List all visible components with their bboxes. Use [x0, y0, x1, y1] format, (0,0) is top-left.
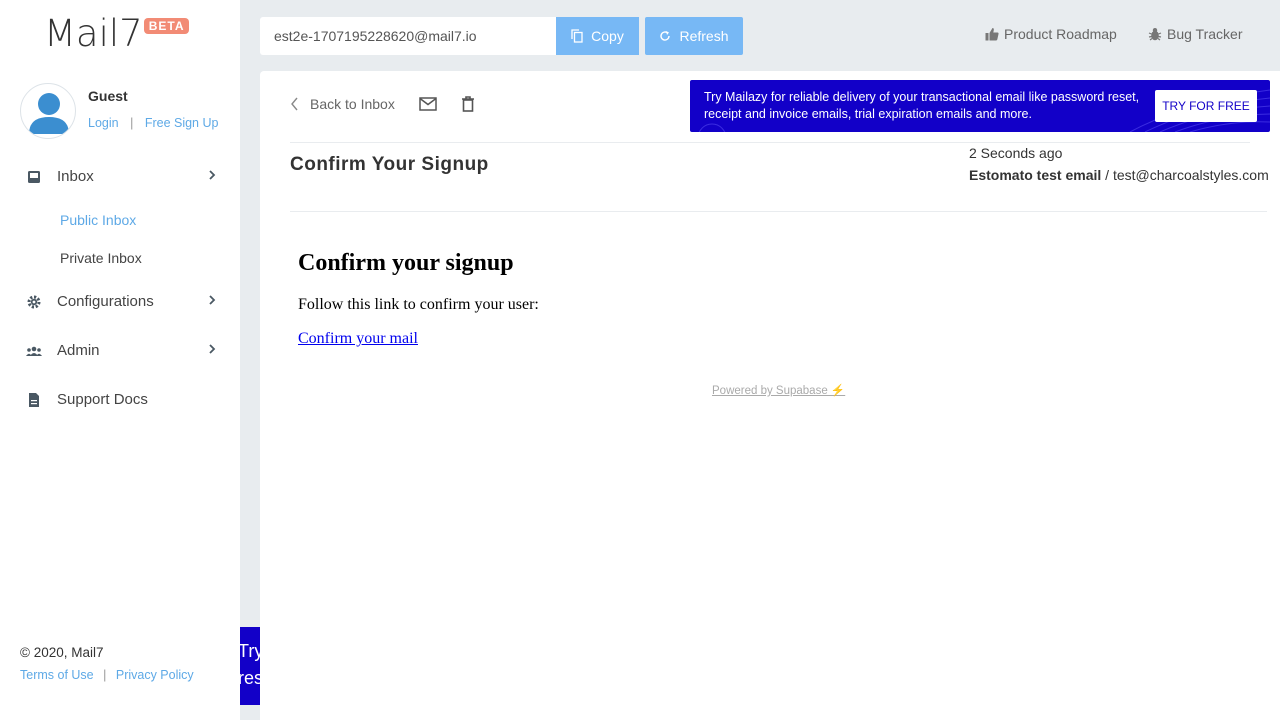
divider: [290, 142, 1250, 143]
user-panel: Guest Login | Free Sign Up: [20, 83, 218, 139]
sender-name: Estomato test email: [969, 167, 1102, 183]
confirm-mail-link[interactable]: Confirm your mail: [298, 330, 418, 348]
delete-icon[interactable]: [461, 96, 475, 112]
sidebar-item-label: Inbox: [57, 168, 94, 185]
user-avatar-icon: [29, 93, 69, 134]
thumbs-up-icon: [985, 28, 999, 41]
mini-ad-text-2: res: [240, 668, 260, 688]
copy-icon: [571, 29, 583, 43]
sidebar-item-label: Configurations: [57, 293, 154, 310]
copyright: © 2020, Mail7: [20, 645, 104, 660]
people-icon: [26, 343, 42, 359]
mini-ad-banner[interactable]: Try res: [240, 627, 260, 705]
refresh-label: Refresh: [679, 28, 729, 44]
avatar: [20, 83, 76, 139]
refresh-icon: [660, 31, 671, 41]
roadmap-label: Product Roadmap: [1004, 26, 1117, 42]
logo[interactable]: Mail7 BETA: [44, 12, 190, 55]
inbox-icon: [26, 169, 42, 185]
sidebar-item-inbox[interactable]: Inbox: [0, 152, 240, 201]
copy-button[interactable]: Copy: [556, 17, 639, 55]
ad-text: Try Mailazy for reliable delivery of you…: [704, 90, 1140, 121]
chevron-right-icon: [209, 344, 216, 354]
mini-ad-text-1: Try: [240, 641, 260, 661]
try-for-free-button[interactable]: TRY FOR FREE: [1155, 90, 1257, 122]
logo-text: Mail7: [44, 12, 143, 55]
sidebar-item-support-docs[interactable]: Support Docs: [0, 375, 240, 424]
sender-separator: /: [1101, 167, 1113, 183]
email-body-heading: Confirm your signup: [298, 250, 514, 276]
privacy-link[interactable]: Privacy Policy: [116, 668, 194, 682]
powered-by-link[interactable]: Powered by Supabase ⚡: [712, 383, 845, 397]
user-name: Guest: [88, 88, 128, 104]
back-label: Back to Inbox: [310, 96, 395, 112]
signup-link[interactable]: Free Sign Up: [145, 116, 219, 130]
copy-label: Copy: [591, 28, 624, 44]
sender-email: test@charcoalstyles.com: [1112, 167, 1269, 183]
chevron-left-icon: [291, 97, 298, 111]
ad-banner[interactable]: Try Mailazy for reliable delivery of you…: [690, 80, 1270, 132]
email-body-text: Follow this link to confirm your user:: [298, 296, 539, 313]
sidebar-item-configurations[interactable]: Configurations: [0, 277, 240, 326]
separator: |: [103, 668, 107, 682]
separator: |: [130, 116, 134, 130]
bug-tracker-label: Bug Tracker: [1167, 26, 1243, 42]
back-to-inbox-button[interactable]: Back to Inbox: [290, 96, 395, 112]
sidebar-nav: Inbox Public Inbox Private Inbox Configu…: [0, 152, 240, 424]
message-time: 2 Seconds ago: [969, 145, 1063, 161]
sidebar-item-label: Admin: [57, 342, 100, 359]
sidebar-item-admin[interactable]: Admin: [0, 326, 240, 375]
chevron-right-icon: [209, 295, 216, 305]
sidebar-footer: © 2020, Mail7 Terms of Use | Privacy Pol…: [20, 645, 194, 682]
product-roadmap-link[interactable]: Product Roadmap: [985, 26, 1117, 42]
gear-icon: [26, 294, 42, 310]
bug-tracker-link[interactable]: Bug Tracker: [1148, 26, 1242, 42]
sidebar-item-label: Support Docs: [57, 391, 148, 408]
message-sender: Estomato test email / test@charcoalstyle…: [969, 167, 1269, 183]
chevron-right-icon: [209, 170, 216, 180]
refresh-button[interactable]: Refresh: [645, 17, 743, 55]
bug-icon: [1148, 28, 1162, 41]
sidebar: Mail7 BETA Guest Login | Free Sign Up In…: [0, 0, 240, 720]
sidebar-item-public-inbox[interactable]: Public Inbox: [0, 201, 240, 239]
message-toolbar: Back to Inbox: [290, 96, 475, 112]
sidebar-item-private-inbox[interactable]: Private Inbox: [0, 239, 240, 277]
divider: [290, 211, 1267, 212]
email-address-field[interactable]: est2e-1707195228620@mail7.io: [260, 17, 556, 55]
login-link[interactable]: Login: [88, 116, 119, 130]
mail-icon[interactable]: [419, 97, 437, 111]
message-subject: Confirm Your Signup: [290, 154, 489, 175]
beta-badge: BETA: [143, 18, 190, 34]
document-icon: [26, 392, 42, 408]
terms-link[interactable]: Terms of Use: [20, 668, 94, 682]
